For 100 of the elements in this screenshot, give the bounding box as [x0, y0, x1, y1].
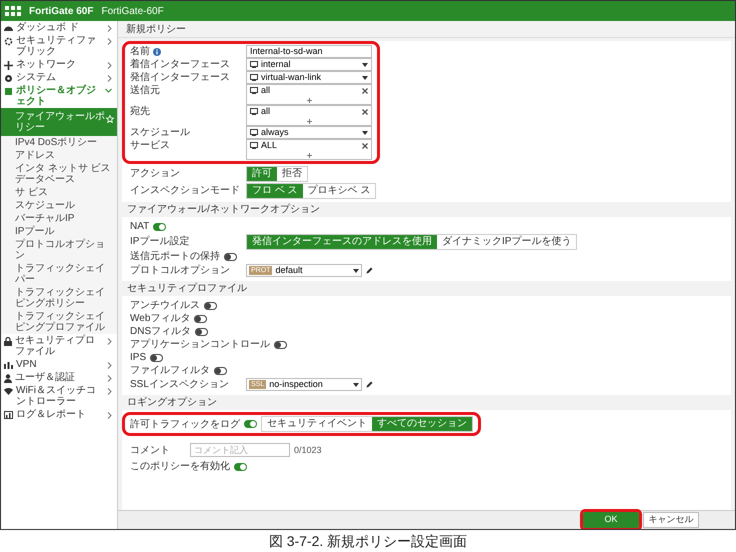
comment-field[interactable]: コメント記入: [190, 443, 290, 457]
section-heading: ファイアウォール/ネットワークオプション: [122, 202, 731, 217]
toggle-switch[interactable]: [274, 340, 287, 348]
sidebar-item[interactable]: ダッシュボ ド: [1, 21, 117, 34]
toggle-switch[interactable]: [204, 302, 217, 310]
sidebar-subitem[interactable]: インタ ネットサ ビスデータベース: [1, 162, 117, 186]
sidebar-subitem[interactable]: プロトコルオプション: [1, 238, 117, 262]
segment-option[interactable]: 発信インターフェースのアドレスを使用: [247, 234, 437, 248]
close-icon: [362, 108, 368, 114]
sidebar-subitem[interactable]: サ ビス: [1, 186, 117, 199]
field-label: SSLインスペクション: [130, 378, 230, 391]
add-icon: [306, 118, 312, 124]
field-label: IPS: [130, 351, 146, 364]
sidebar-item[interactable]: セキュリティファブリック: [1, 34, 117, 58]
sidebar-subitem[interactable]: IPv4 DoSポリシー: [1, 136, 117, 149]
sidebar-subitem[interactable]: トラフィックシェイピングポリシー: [1, 286, 117, 310]
lock-icon: [4, 337, 12, 346]
close-icon: [362, 88, 368, 94]
figure-caption: 図 3-7-2. 新規ポリシー設定画面: [268, 532, 468, 551]
wifi-icon: [4, 387, 13, 395]
toggle-switch[interactable]: [195, 328, 208, 336]
field-label: 発信インターフェース: [130, 71, 231, 84]
select-field[interactable]: always: [246, 126, 372, 139]
sidebar-subitem[interactable]: バーチャルIP: [1, 212, 117, 225]
sidebar-item[interactable]: ログ＆レポート: [1, 408, 117, 421]
caret-icon: [362, 62, 368, 66]
add-icon: [306, 98, 312, 102]
multi-select-field[interactable]: all: [246, 84, 372, 105]
sidebar-item[interactable]: システム: [1, 71, 117, 84]
cancel-button[interactable]: キャンセル: [643, 512, 699, 528]
field-label: アンチウイルス: [130, 299, 200, 312]
field-label: アクション: [130, 167, 181, 180]
logo-icon: [5, 6, 21, 16]
caret-icon: [353, 268, 359, 272]
settings-icon: [4, 74, 13, 83]
star-icon: [106, 115, 114, 123]
field-label: ファイルフィルタ: [130, 364, 210, 377]
hostname: FortiGate-60F: [101, 4, 164, 18]
sidebar-subitem[interactable]: トラフィックシェイピングプロファイル: [1, 310, 117, 334]
segment-option[interactable]: すべてのセッション: [372, 417, 472, 431]
field-label: 送信元: [130, 84, 161, 97]
close-icon: [362, 142, 368, 148]
segment-option[interactable]: 許可: [247, 166, 277, 180]
field-label: コメント: [130, 444, 171, 457]
page-title: 新規ポリシー: [118, 21, 735, 38]
caret-icon: [362, 76, 368, 80]
multi-select-field[interactable]: all: [246, 105, 372, 126]
sidebar-item[interactable]: ネットワーク: [1, 58, 117, 71]
sidebar-item[interactable]: WiFi＆スイッチコントローラー: [1, 384, 117, 408]
gauge-icon: [4, 24, 13, 32]
toggle-switch[interactable]: [224, 252, 237, 260]
sidebar-item[interactable]: ユーザ＆認証: [1, 371, 117, 384]
field-label: このポリシーを有効化: [130, 460, 230, 473]
plus-icon: [4, 61, 13, 70]
field-label: スケジュール: [130, 126, 191, 139]
field-label: アプリケーションコントロール: [130, 338, 270, 351]
field-label: NAT: [130, 220, 150, 233]
sidebar-subitem[interactable]: スケジュール: [1, 199, 117, 212]
toggle-switch[interactable]: [150, 354, 164, 362]
toggle-switch[interactable]: [194, 314, 208, 322]
name-field[interactable]: Internal-to-sd-wan: [246, 45, 372, 58]
multi-select-field[interactable]: ALL: [246, 139, 372, 160]
sidebar-subitem[interactable]: IPプール: [1, 225, 117, 238]
field-label: DNSフィルタ: [130, 325, 192, 338]
sidebar-subitem[interactable]: アドレス: [1, 149, 117, 162]
toggle-switch[interactable]: [214, 366, 227, 374]
sidebar-item[interactable]: セキュリティプロファイル: [1, 334, 117, 358]
field-label: 名前: [130, 45, 150, 58]
segment-option[interactable]: フロ ベ ス: [247, 184, 303, 198]
toggle-switch[interactable]: [234, 462, 247, 470]
bars-icon: [4, 361, 13, 369]
field-label: インスペクションモード: [130, 184, 241, 197]
field-label: Webフィルタ: [130, 312, 190, 325]
chart-icon: [4, 411, 13, 419]
pencil-icon: [366, 267, 373, 274]
select-field[interactable]: virtual-wan-link: [246, 71, 372, 84]
toggle-switch[interactable]: [244, 420, 257, 428]
gear-icon: [4, 37, 13, 46]
toggle-switch[interactable]: [153, 222, 166, 230]
field-label: 許可トラフィックをログ: [130, 418, 240, 430]
sidebar-item[interactable]: VPN: [1, 358, 117, 371]
monitor-icon: [250, 142, 258, 149]
sidebar-subitem[interactable]: ファイアウォールポリシー: [1, 108, 117, 136]
product-name: FortiGate 60F: [29, 4, 94, 18]
user-icon: [4, 374, 12, 383]
field-label: 宛先: [130, 105, 151, 118]
caret-icon: [362, 130, 368, 134]
character-counter: 0/1023: [294, 444, 322, 456]
monitor-icon: [250, 108, 258, 115]
sidebar-item[interactable]: ポリシー＆オブジェクト: [1, 84, 117, 108]
monitor-icon: [250, 87, 258, 94]
ok-button[interactable]: OK: [583, 512, 639, 528]
field-label: プロトコルオプション: [130, 264, 231, 277]
monitor-icon: [250, 74, 258, 81]
select-field[interactable]: internal: [246, 58, 372, 71]
field-label: サービス: [130, 139, 171, 152]
field-label: IPプール設定: [130, 235, 190, 248]
monitor-icon: [250, 129, 258, 136]
field-label: 送信元ポートの保持: [130, 250, 220, 263]
sidebar-subitem[interactable]: トラフィックシェイパー: [1, 262, 117, 286]
